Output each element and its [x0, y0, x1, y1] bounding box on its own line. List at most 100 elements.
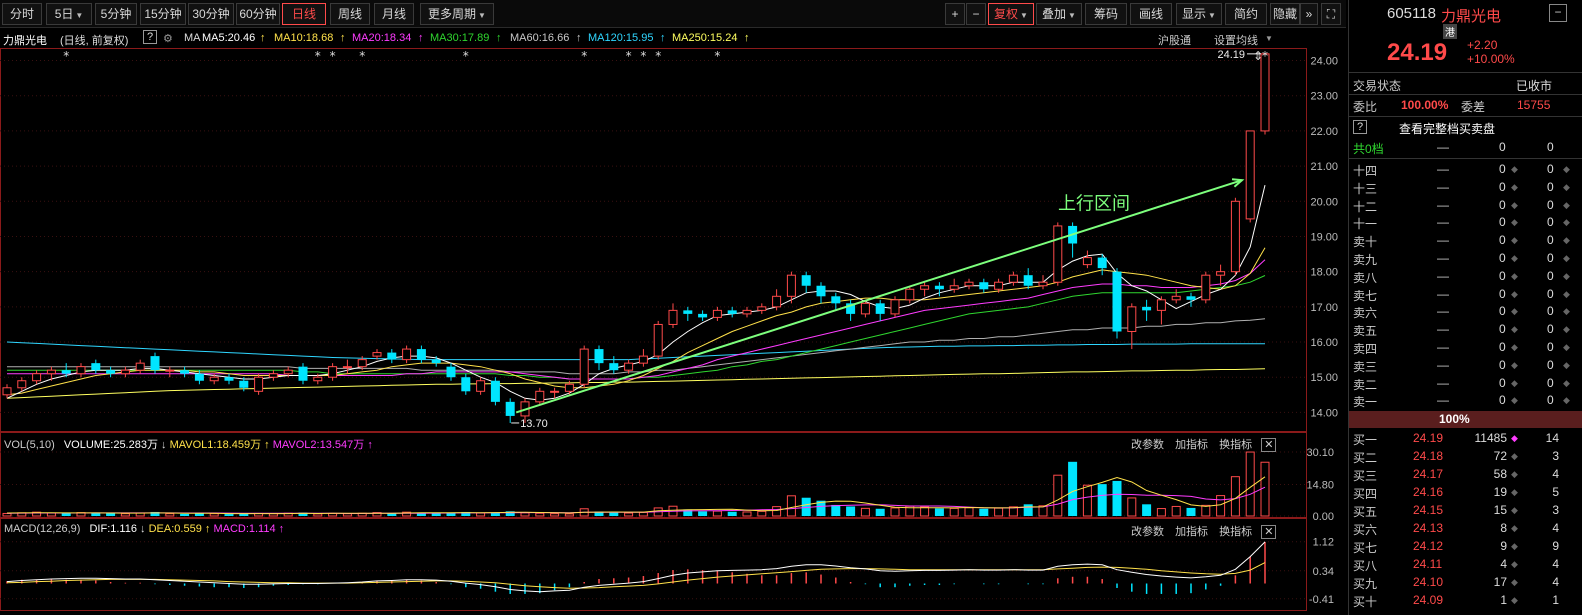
price-tick-label: 23.00	[1310, 91, 1338, 103]
double-arrow-icon[interactable]: »	[1300, 3, 1318, 25]
period-tab-30min[interactable]: 30分钟	[188, 3, 234, 25]
sell-level-row[interactable]: 十三 — 0 ◆ 0 ◆	[1349, 179, 1582, 197]
candle	[342, 359, 352, 374]
sell-level-row[interactable]: 卖七 — 0 ◆ 0 ◆	[1349, 286, 1582, 304]
diamond-icon: ◆	[1511, 270, 1518, 281]
buy-level-row[interactable]: 买一 24.19 11485 ◆ 14	[1349, 430, 1582, 448]
sell-level-vol: 0	[1499, 322, 1506, 337]
overlay-button[interactable]: 叠加 ▼	[1036, 3, 1082, 25]
zoom-out-button[interactable]: −	[966, 3, 986, 25]
adjust-button[interactable]: 复权 ▼	[988, 3, 1034, 25]
sell-level-row[interactable]: 卖十 — 0 ◆ 0 ◆	[1349, 232, 1582, 250]
event-marker-icon[interactable]: *	[463, 49, 469, 63]
dea-value: DEA:0.559	[148, 523, 202, 535]
buy-level-row[interactable]: 买十 24.09 1 ◆ 1	[1349, 592, 1582, 610]
close-icon[interactable]: ✕	[1261, 525, 1277, 539]
buy-level-row[interactable]: 买九 24.10 17 ◆ 4	[1349, 574, 1582, 592]
period-tab-60min[interactable]: 60分钟	[236, 3, 280, 25]
diamond-icon: ◆	[1511, 559, 1518, 569]
sell-level-row[interactable]: 卖一 — 0 ◆ 0 ◆	[1349, 392, 1582, 410]
simple-button[interactable]: 简约	[1225, 3, 1267, 25]
event-marker-icon[interactable]: ⇕	[1253, 49, 1263, 63]
sell-level-row[interactable]: 十四 — 0 ◆ 0 ◆	[1349, 161, 1582, 179]
ma5-line	[6, 184, 1266, 401]
event-marker-icon[interactable]: *	[714, 49, 720, 63]
sell-level-count: 0	[1547, 251, 1554, 265]
uptrend-arrow	[515, 179, 1243, 414]
buy-level-row[interactable]: 买二 24.18 72 ◆ 3	[1349, 448, 1582, 466]
buy-level-count: 14	[1545, 431, 1559, 445]
sell-level-row[interactable]: 卖六 — 0 ◆ 0 ◆	[1349, 303, 1582, 321]
event-marker-icon[interactable]: *	[359, 49, 365, 63]
full-order-book-link[interactable]: 查看完整档买卖盘	[1399, 120, 1495, 137]
volume-bar	[1082, 484, 1092, 517]
buy-level-row[interactable]: 买三 24.17 58 ◆ 4	[1349, 466, 1582, 484]
macd-change-params-button[interactable]: 改参数	[1131, 526, 1164, 538]
more-periods-button[interactable]: 更多周期 ▼	[420, 3, 494, 25]
candle-body	[372, 352, 382, 357]
macd-switch-indicator-button[interactable]: 换指标	[1219, 526, 1252, 538]
vol-add-indicator-button[interactable]: 加指标	[1175, 439, 1208, 451]
candle	[1201, 271, 1211, 304]
volume-bars	[2, 451, 1270, 517]
sell-level-row[interactable]: 卖二 — 0 ◆ 0 ◆	[1349, 375, 1582, 393]
sell-level-row[interactable]: 卖三 — 0 ◆ 0 ◆	[1349, 357, 1582, 375]
event-marker-icon[interactable]: *	[581, 49, 587, 63]
sell-level-row[interactable]: 卖九 — 0 ◆ 0 ◆	[1349, 250, 1582, 268]
ma20-line	[7, 259, 1266, 380]
volume-bar	[431, 513, 441, 516]
event-marker-icon[interactable]: *	[315, 49, 321, 63]
sell-level-row[interactable]: 卖八 — 0 ◆ 0 ◆	[1349, 268, 1582, 286]
candle-body	[712, 309, 722, 318]
close-icon[interactable]: ✕	[1261, 438, 1277, 452]
event-marker-icon[interactable]: *	[63, 49, 69, 63]
sell-level-row[interactable]: 卖五 — 0 ◆ 0 ◆	[1349, 321, 1582, 339]
candle	[91, 359, 101, 374]
candle-body	[165, 369, 175, 372]
fullscreen-icon[interactable]: ⛶	[1321, 3, 1341, 25]
period-tab-5min[interactable]: 5分钟	[95, 3, 137, 25]
period-tab-monthly[interactable]: 月线	[374, 3, 414, 25]
buy-level-price: 24.11	[1413, 557, 1443, 571]
candle-body	[964, 281, 974, 287]
panel-menu-icon[interactable]: −	[1549, 4, 1567, 22]
vol-change-params-button[interactable]: 改参数	[1131, 439, 1164, 451]
buy-level-row[interactable]: 买五 24.15 15 ◆ 3	[1349, 502, 1582, 520]
event-marker-icon[interactable]: *	[626, 49, 632, 63]
display-button[interactable]: 显示 ▼	[1176, 3, 1222, 25]
buy-level-row[interactable]: 买八 24.11 4 ◆ 4	[1349, 556, 1582, 574]
sell-level-row[interactable]: 十一 — 0 ◆ 0 ◆	[1349, 214, 1582, 232]
event-marker-icon[interactable]: *	[640, 49, 646, 63]
period-tab-daily[interactable]: 日线	[282, 3, 326, 25]
event-marker-icon[interactable]: *	[655, 49, 661, 63]
candle-body	[1112, 271, 1122, 332]
candle-body	[609, 363, 619, 371]
candle-body	[1053, 225, 1063, 283]
buy-level-row[interactable]: 买七 24.12 9 ◆ 9	[1349, 538, 1582, 556]
period-tab-5day[interactable]: 5日 ▼	[46, 3, 92, 25]
vol-switch-indicator-button[interactable]: 换指标	[1219, 439, 1252, 451]
sell-level-label: 卖七	[1353, 288, 1378, 303]
volume-bar	[698, 511, 708, 516]
buy-level-row[interactable]: 买六 24.13 8 ◆ 4	[1349, 520, 1582, 538]
stock-code: 605118	[1387, 5, 1436, 22]
buy-level-vol: 11485	[1474, 431, 1507, 445]
event-marker-icon[interactable]: *	[330, 49, 336, 63]
candle	[224, 373, 234, 385]
sell-level-row[interactable]: 卖四 — 0 ◆ 0 ◆	[1349, 339, 1582, 357]
macd-add-indicator-button[interactable]: 加指标	[1175, 526, 1208, 538]
help-icon[interactable]: ?	[1353, 120, 1367, 134]
candle-body	[446, 366, 456, 378]
zoom-in-button[interactable]: +	[945, 3, 965, 25]
sell-level-count: 0	[1547, 233, 1554, 248]
chips-button[interactable]: 筹码	[1085, 3, 1127, 25]
draw-line-button[interactable]: 画线	[1130, 3, 1172, 25]
candle	[979, 278, 989, 293]
uptrend-annotation-label: 上行区间	[1058, 193, 1130, 214]
hide-button[interactable]: 隐藏	[1270, 3, 1300, 25]
sell-level-row[interactable]: 十二 — 0 ◆ 0 ◆	[1349, 197, 1582, 215]
period-tab-15min[interactable]: 15分钟	[140, 3, 186, 25]
buy-level-row[interactable]: 买四 24.16 19 ◆ 5	[1349, 484, 1582, 502]
period-tab-weekly[interactable]: 周线	[330, 3, 370, 25]
period-tab-fenshi[interactable]: 分时	[2, 3, 42, 25]
